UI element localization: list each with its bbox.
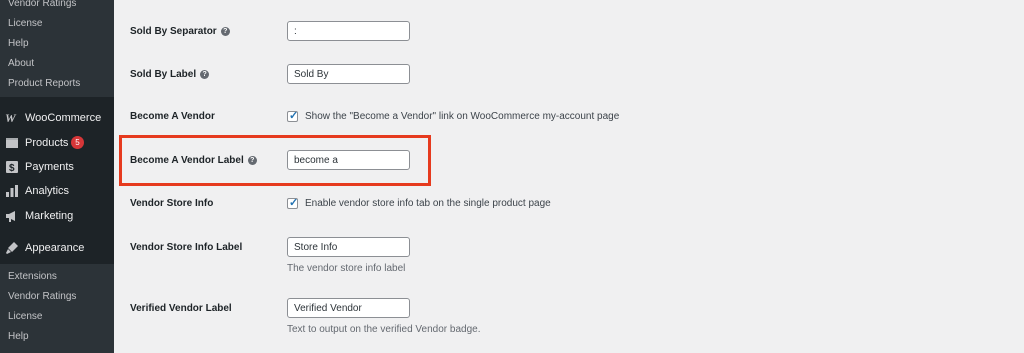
checkmark-icon: ✓ bbox=[289, 197, 299, 209]
checkmark-icon: ✓ bbox=[289, 110, 299, 122]
submenu-item-extensions[interactable]: Extensions bbox=[8, 271, 57, 283]
menu-item-analytics[interactable]: Analytics bbox=[0, 180, 114, 202]
become-vendor-label: Become A Vendor bbox=[130, 111, 215, 122]
verified-vendor-label-input[interactable] bbox=[287, 298, 410, 318]
svg-text:$: $ bbox=[9, 163, 15, 174]
vendor-store-info-label-description: The vendor store info label bbox=[287, 263, 406, 274]
sold-by-separator-label-text: Sold By Separator bbox=[130, 26, 217, 37]
menu-label-products: Products bbox=[25, 137, 69, 149]
submenu-item-vendor-ratings[interactable]: Vendor Ratings bbox=[8, 291, 76, 303]
submenu-item-product-reports[interactable]: Product Reports bbox=[8, 78, 80, 90]
vendor-store-info-label-input[interactable] bbox=[287, 237, 410, 257]
submenu-item-help[interactable]: Help bbox=[8, 38, 29, 50]
menu-item-payments[interactable]: $ Payments bbox=[0, 156, 114, 178]
submenu-top: Vendor Ratings License Help About Produc… bbox=[0, 0, 114, 97]
help-icon[interactable]: ? bbox=[220, 26, 230, 36]
admin-sidebar: Vendor Ratings License Help About Produc… bbox=[0, 0, 114, 353]
marketing-icon bbox=[6, 211, 15, 222]
menu-item-marketing[interactable]: Marketing bbox=[0, 205, 114, 227]
products-count-badge: 5 bbox=[71, 136, 84, 149]
products-icon bbox=[6, 138, 18, 148]
menu-item-appearance[interactable]: Appearance bbox=[0, 237, 114, 259]
sold-by-label-label-text: Sold By Label bbox=[130, 69, 197, 80]
vendor-store-info-checkbox-label[interactable]: Enable vendor store info tab on the sing… bbox=[305, 198, 551, 210]
become-vendor-checkbox-label[interactable]: Show the "Become a Vendor" link on WooCo… bbox=[305, 111, 619, 123]
payments-icon: $ bbox=[6, 161, 18, 174]
appearance-icon bbox=[6, 242, 18, 254]
submenu-item-help[interactable]: Help bbox=[8, 331, 29, 343]
menu-label-appearance: Appearance bbox=[25, 242, 85, 254]
menu-item-products[interactable]: Products 5 bbox=[0, 132, 114, 154]
sold-by-separator-input[interactable] bbox=[287, 21, 410, 41]
verified-vendor-label-description: Text to output on the verified Vendor ba… bbox=[287, 324, 481, 335]
vendor-store-info-label: Vendor Store Info bbox=[130, 198, 214, 209]
submenu-bottom: Extensions Vendor Ratings License Help bbox=[0, 264, 114, 353]
menu-label-woocommerce: WooCommerce bbox=[25, 112, 102, 124]
sold-by-label-label: Sold By Label? bbox=[130, 69, 210, 81]
vendor-store-info-label-label: Vendor Store Info Label bbox=[130, 242, 243, 253]
menu-label-payments: Payments bbox=[25, 161, 74, 173]
menu-label-analytics: Analytics bbox=[25, 185, 70, 197]
submenu-item-about[interactable]: About bbox=[8, 58, 34, 70]
menu-label-marketing: Marketing bbox=[25, 210, 74, 222]
submenu-item-vendor-ratings[interactable]: Vendor Ratings bbox=[8, 0, 76, 10]
help-icon[interactable]: ? bbox=[200, 69, 210, 79]
sold-by-label-input[interactable] bbox=[287, 64, 410, 84]
svg-text:W: W bbox=[5, 111, 17, 125]
menu-item-woocommerce[interactable]: W WooCommerce bbox=[0, 107, 114, 129]
become-vendor-checkbox[interactable]: ✓ bbox=[287, 110, 299, 122]
analytics-icon bbox=[6, 185, 18, 197]
submenu-item-license[interactable]: License bbox=[8, 18, 42, 30]
woocommerce-icon: W bbox=[5, 111, 17, 125]
vendor-store-info-checkbox[interactable]: ✓ bbox=[287, 197, 299, 209]
sold-by-separator-label: Sold By Separator? bbox=[130, 26, 230, 38]
verified-vendor-label-label: Verified Vendor Label bbox=[130, 303, 232, 314]
highlight-box bbox=[119, 135, 431, 186]
submenu-item-license[interactable]: License bbox=[8, 311, 42, 323]
